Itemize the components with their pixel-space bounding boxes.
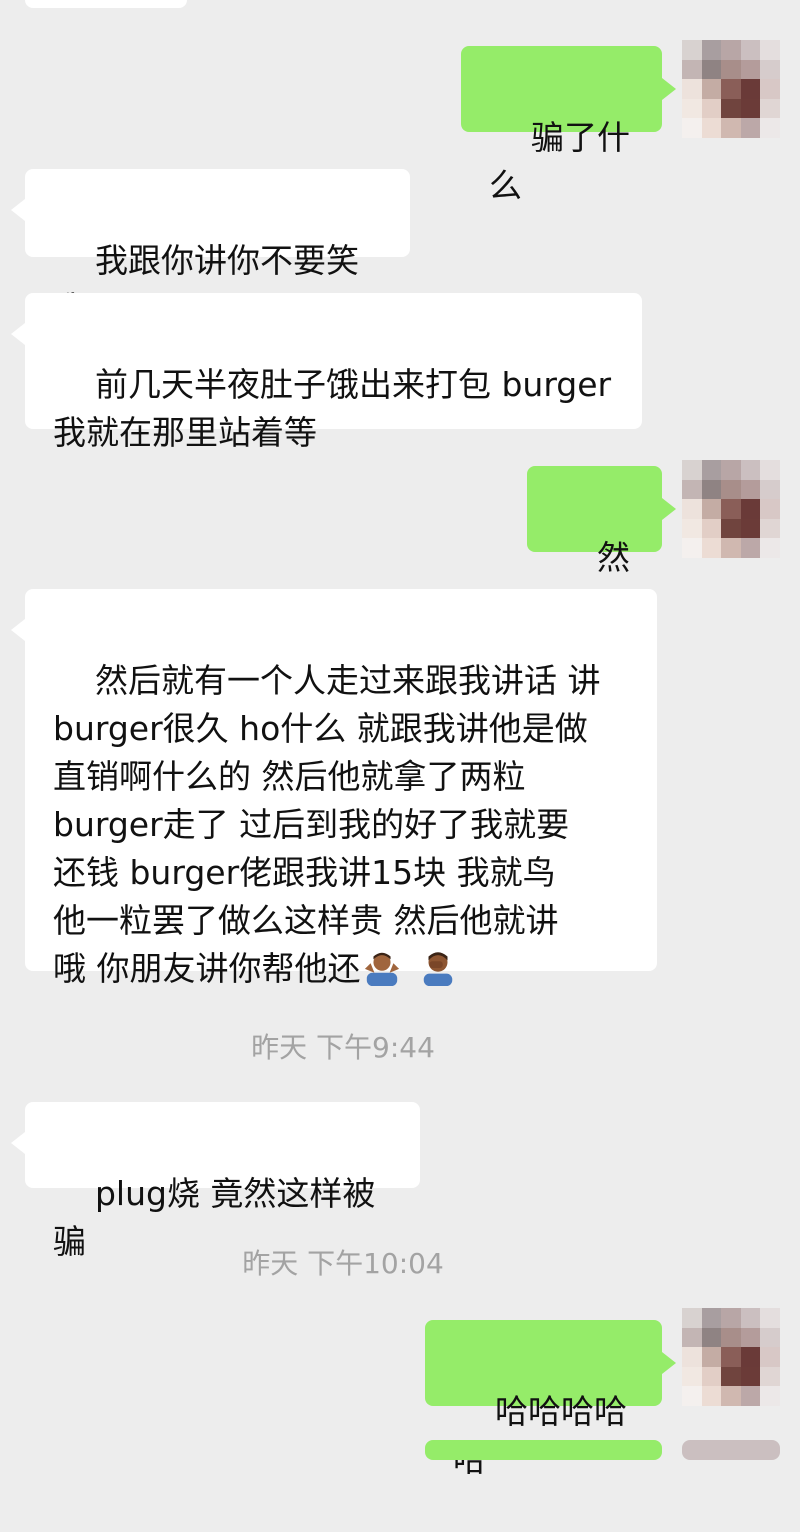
- message-text: 然后就有一个人走过来跟我讲话 讲 burger很久 ho什么 就跟我讲他是做 直…: [53, 661, 601, 988]
- avatar[interactable]: [682, 460, 780, 558]
- person-facepalming-icon: [423, 952, 452, 986]
- message-bubble-outgoing[interactable]: 哈哈哈哈哈: [425, 1320, 676, 1479]
- timestamp: 昨天 下午10:04: [242, 1247, 444, 1280]
- message-bubble-fragment: [425, 1440, 662, 1460]
- message-bubble-incoming[interactable]: 我跟你讲你不要笑我: [11, 169, 410, 328]
- message-bubble-outgoing[interactable]: 然后: [527, 466, 676, 625]
- chat-area[interactable]: 骗了什么 我跟你讲你不要笑我 前几天半夜肚子饿出来打包 burger 我就在那里…: [0, 0, 800, 1479]
- avatar[interactable]: [682, 1308, 780, 1406]
- message-bubble-incoming[interactable]: plug烧 竟然这样被骗: [11, 1102, 420, 1261]
- message-bubble-fragment: [25, 0, 187, 8]
- message-bubble-outgoing[interactable]: 骗了什么: [461, 46, 676, 205]
- message-bubble-incoming[interactable]: 前几天半夜肚子饿出来打包 burger 我就在那里站着等: [11, 293, 642, 452]
- timestamp: 昨天 下午9:44: [251, 1031, 435, 1064]
- avatar-fragment: [682, 1440, 780, 1460]
- avatar[interactable]: [682, 40, 780, 138]
- message-bubble-incoming[interactable]: 然后就有一个人走过来跟我讲话 讲 burger很久 ho什么 就跟我讲他是做 直…: [11, 589, 657, 988]
- person-shrugging-icon: [364, 952, 399, 986]
- message-text: 哈哈哈哈哈: [453, 1392, 627, 1479]
- message-text: 前几天半夜肚子饿出来打包 burger 我就在那里站着等: [53, 365, 612, 452]
- message-text: 骗了什么: [489, 118, 630, 205]
